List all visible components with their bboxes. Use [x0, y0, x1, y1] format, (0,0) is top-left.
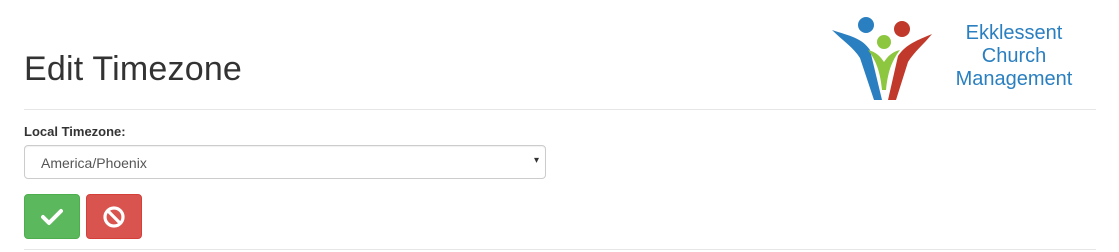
checkmark-icon — [41, 208, 63, 225]
timezone-label: Local Timezone: — [24, 124, 126, 139]
ban-icon — [103, 205, 125, 228]
logo-line-2: Church — [981, 45, 1047, 67]
people-figures-logo-icon — [832, 17, 932, 100]
footer-divider — [24, 249, 1096, 250]
logo-line-1: Ekklessent — [965, 22, 1063, 44]
logo-text: Ekklessent Church Management — [934, 22, 1094, 91]
edit-timezone-page: Edit Timezone Ekklessent Church Manageme… — [0, 0, 1119, 252]
cancel-button[interactable] — [86, 194, 142, 239]
timezone-selected-value: America/Phoenix — [41, 155, 147, 171]
brand-logo: Ekklessent Church Management — [830, 14, 1090, 104]
timezone-select[interactable]: America/Phoenix ▾ — [24, 145, 546, 179]
page-title: Edit Timezone — [24, 50, 243, 88]
chevron-down-icon: ▾ — [533, 155, 539, 166]
save-button[interactable] — [24, 194, 80, 239]
logo-line-3: Management — [955, 68, 1073, 90]
